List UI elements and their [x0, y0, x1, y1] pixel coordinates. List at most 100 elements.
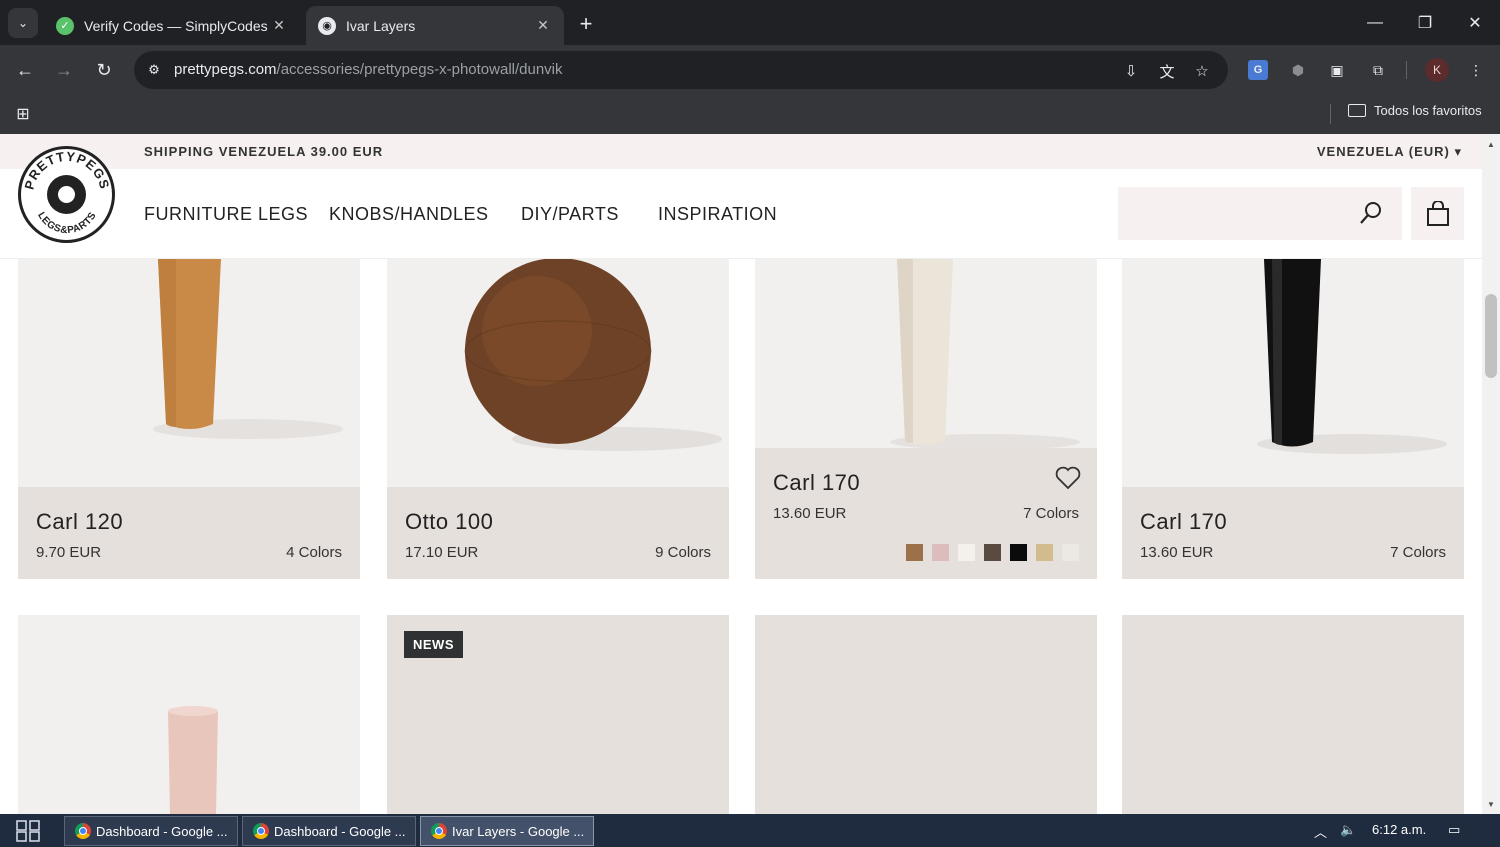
news-badge: NEWS: [404, 631, 463, 658]
product-card-hovered[interactable]: Carl 170 13.60 EUR 7 Colors: [755, 259, 1097, 579]
close-icon: ✕: [1468, 14, 1482, 32]
taskbar-item-dashboard-1[interactable]: Dashboard - Google ...: [64, 816, 238, 846]
color-swatch[interactable]: [932, 544, 949, 561]
cast-icon[interactable]: ▣: [1325, 58, 1349, 82]
color-swatches: [906, 544, 1079, 561]
scroll-up-arrow-icon[interactable]: ▲: [1482, 136, 1500, 152]
product-info: Carl 170 13.60 EUR 7 Colors: [755, 448, 1097, 579]
all-bookmarks-button[interactable]: Todos los favoritos: [1348, 103, 1482, 118]
chrome-icon: [253, 823, 269, 839]
product-color-count: 9 Colors: [655, 544, 711, 561]
tab-verify-codes[interactable]: ✓ Verify Codes — SimplyCodes ✕: [44, 6, 300, 45]
product-card[interactable]: [18, 615, 360, 814]
reload-icon: ↻: [96, 59, 112, 80]
logo-hole: [58, 186, 75, 203]
restore-icon: ❐: [1417, 14, 1433, 32]
taskbar-item-dashboard-2[interactable]: Dashboard - Google ...: [242, 816, 416, 846]
product-image[interactable]: [18, 259, 360, 487]
close-icon[interactable]: ✕: [534, 17, 552, 34]
announcement-bar: SHIPPING VENEZUELA 39.00 EUR VENEZUELA (…: [0, 134, 1482, 169]
product-image[interactable]: [755, 259, 1097, 448]
more-menu-icon[interactable]: ⋮: [1464, 58, 1488, 82]
nav-furniture-legs[interactable]: FURNITURE LEGS: [144, 204, 308, 225]
taskbar-item-ivar-layers[interactable]: Ivar Layers - Google ...: [420, 816, 594, 846]
color-swatch[interactable]: [958, 544, 975, 561]
forward-button[interactable]: →: [49, 55, 79, 85]
install-app-icon[interactable]: ⇩: [1120, 60, 1142, 82]
reload-button[interactable]: ↻: [89, 55, 119, 85]
product-grid: Carl 120 9.70 EUR 4 Colors Otto 100 17.1…: [0, 259, 1482, 814]
caret-down-icon: ▾: [1449, 144, 1462, 159]
minimize-button[interactable]: —: [1350, 0, 1400, 45]
cart-button[interactable]: [1411, 187, 1464, 240]
tab-ivar-layers[interactable]: ◉ Ivar Layers ✕: [306, 6, 564, 45]
back-button[interactable]: ←: [10, 55, 40, 85]
search-input[interactable]: [1118, 187, 1402, 240]
url-text[interactable]: prettypegs.com/accessories/prettypegs-x-…: [174, 61, 563, 78]
product-card[interactable]: [755, 615, 1097, 814]
region-selector[interactable]: VENEZUELA (EUR) ▾: [1317, 144, 1462, 160]
profile-avatar[interactable]: K: [1425, 58, 1449, 82]
tab-label: Ivar Layers: [346, 17, 416, 34]
product-image[interactable]: NEWS: [387, 615, 729, 814]
color-swatch[interactable]: [1062, 544, 1079, 561]
color-swatch[interactable]: [1010, 544, 1027, 561]
shipping-announcement: SHIPPING VENEZUELA 39.00 EUR: [144, 144, 384, 159]
tab-search-menu-button[interactable]: ⌄: [8, 8, 38, 38]
nav-diy-parts[interactable]: DIY/PARTS: [521, 204, 619, 225]
apps-grid-icon[interactable]: ⊞: [12, 103, 34, 125]
color-swatch[interactable]: [906, 544, 923, 561]
bookmark-star-icon[interactable]: ☆: [1191, 60, 1213, 82]
windows-start-icon[interactable]: [16, 820, 40, 842]
pink-leg-image: [168, 706, 218, 814]
site-info-icon[interactable]: ⚙: [144, 60, 164, 80]
shopping-bag-icon: [1426, 200, 1449, 226]
product-price: 13.60 EUR: [773, 505, 847, 522]
bookmarks-bar: ⊞ Todos los favoritos: [0, 94, 1500, 134]
scrollbar-thumb[interactable]: [1485, 294, 1497, 378]
product-card[interactable]: NEWS: [387, 615, 729, 814]
color-swatch[interactable]: [1036, 544, 1053, 561]
translate-icon[interactable]: 文: [1156, 60, 1178, 82]
product-card[interactable]: Carl 120 9.70 EUR 4 Colors: [18, 259, 360, 579]
close-window-button[interactable]: ✕: [1450, 0, 1500, 45]
product-color-count: 4 Colors: [286, 544, 342, 561]
address-bar[interactable]: ⚙ prettypegs.com/accessories/prettypegs-…: [134, 51, 1228, 89]
volume-icon[interactable]: 🔈: [1340, 822, 1356, 838]
product-price: 17.10 EUR: [405, 544, 479, 561]
color-swatch[interactable]: [984, 544, 1001, 561]
product-name[interactable]: Carl 170: [1140, 509, 1227, 535]
product-card[interactable]: [1122, 615, 1464, 814]
minimize-icon: —: [1367, 13, 1383, 31]
product-name[interactable]: Carl 120: [36, 509, 123, 535]
product-image[interactable]: [755, 615, 1097, 814]
search-icon[interactable]: [1358, 200, 1384, 226]
scroll-down-arrow-icon[interactable]: ▼: [1482, 796, 1500, 812]
prettypegs-logo[interactable]: PRETTYPEGS LEGS&PARTS: [18, 146, 115, 243]
tab-label: Verify Codes — SimplyCodes: [84, 17, 268, 34]
page-scrollbar[interactable]: ▲ ▼: [1482, 134, 1500, 814]
product-name[interactable]: Carl 170: [773, 470, 860, 496]
heart-icon[interactable]: [1055, 466, 1081, 490]
product-image[interactable]: [18, 615, 360, 814]
clock[interactable]: 6:12 a.m.: [1372, 822, 1426, 837]
google-translate-extension-icon[interactable]: G: [1248, 60, 1268, 80]
restore-button[interactable]: ❐: [1400, 0, 1450, 45]
product-card[interactable]: Carl 170 13.60 EUR 7 Colors: [1122, 259, 1464, 579]
nav-inspiration[interactable]: INSPIRATION: [658, 204, 777, 225]
otto-100-knob-image: [464, 259, 722, 451]
simplycodes-favicon-icon: ✓: [56, 16, 74, 35]
notifications-icon[interactable]: ▭: [1448, 822, 1460, 838]
region-label: VENEZUELA (EUR): [1316, 144, 1450, 159]
product-image[interactable]: [1122, 615, 1464, 814]
product-name[interactable]: Otto 100: [405, 509, 493, 535]
new-tab-button[interactable]: +: [572, 10, 600, 38]
extension-puzzle-gray-icon[interactable]: ⬢: [1286, 58, 1310, 82]
product-card[interactable]: Otto 100 17.10 EUR 9 Colors: [387, 259, 729, 579]
tray-overflow-chevron-icon[interactable]: ︿: [1314, 822, 1327, 841]
product-image[interactable]: [387, 259, 729, 487]
product-image[interactable]: [1122, 259, 1464, 487]
nav-knobs-handles[interactable]: KNOBS/HANDLES: [329, 204, 489, 225]
extensions-icon[interactable]: ⧉: [1366, 58, 1390, 82]
close-icon[interactable]: ✕: [270, 17, 288, 34]
